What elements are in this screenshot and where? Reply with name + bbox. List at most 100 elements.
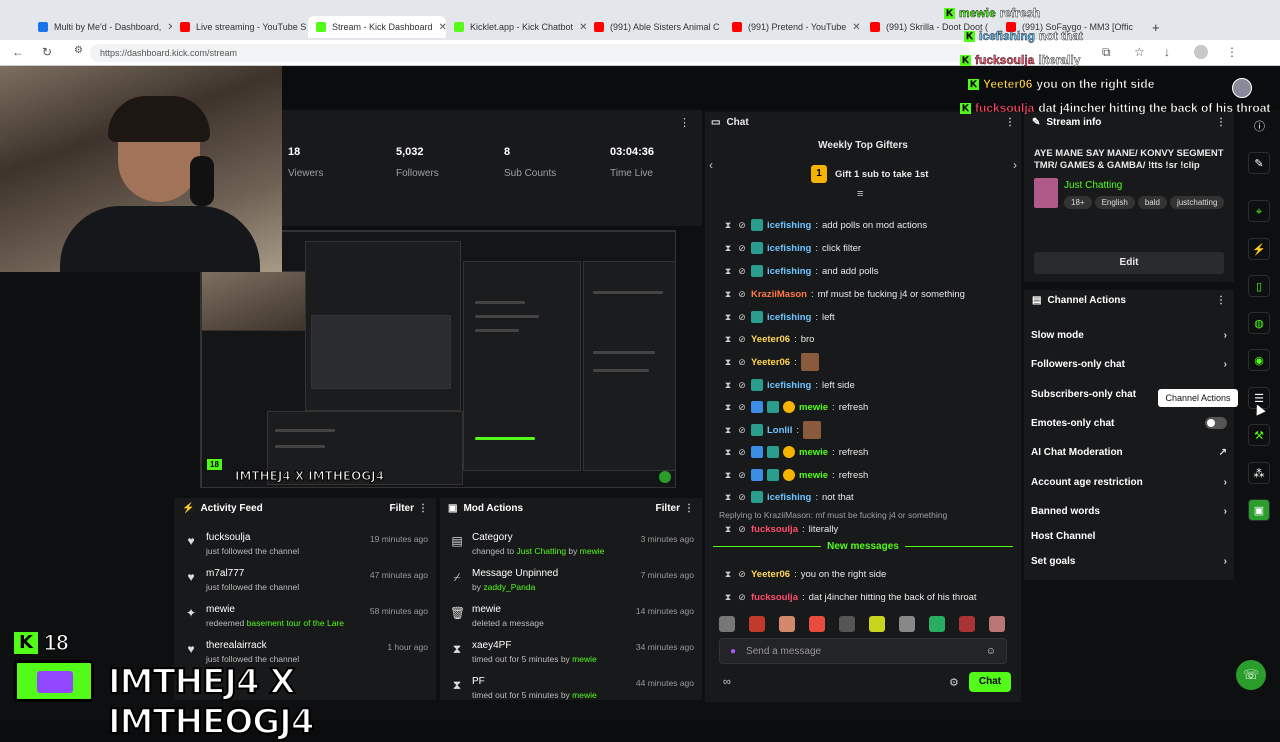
timeout-icon[interactable]: ⧗ bbox=[723, 243, 733, 254]
extension-icon[interactable]: ⧉ bbox=[1102, 45, 1111, 60]
browser-tab[interactable]: Kicklet.app - Kick Chatbot ✕ bbox=[446, 16, 586, 38]
profile-avatar[interactable] bbox=[1194, 45, 1208, 59]
browser-tab[interactable]: Live streaming - YouTube S✕ bbox=[172, 16, 308, 38]
browser-tab-active[interactable]: Stream - Kick Dashboard ✕ bbox=[308, 16, 446, 38]
timeout-icon[interactable]: ⧗ bbox=[723, 425, 733, 436]
timeout-icon[interactable]: ⧗ bbox=[723, 266, 733, 277]
chat-username[interactable]: mewie bbox=[799, 470, 828, 481]
lightning-icon[interactable]: ⚡ bbox=[1248, 238, 1270, 260]
browser-tab[interactable]: (991) Pretend - YouTube ✕ bbox=[724, 16, 862, 38]
ban-icon[interactable]: ⊘ bbox=[737, 592, 747, 603]
send-message-input[interactable]: ● Send a message ☺ bbox=[719, 638, 1007, 664]
chat-message[interactable]: ⧗ ⊘ LonliI: bbox=[723, 421, 821, 439]
timeout-icon[interactable]: ⧗ bbox=[723, 289, 733, 300]
close-tab-icon[interactable]: ✕ bbox=[579, 22, 586, 33]
chat-message[interactable]: ⧗ ⊘ icefishing: click filter bbox=[723, 239, 861, 257]
download-icon[interactable]: ↓ bbox=[1164, 45, 1170, 59]
gift-cta[interactable]: Gift 1 sub to take 1st bbox=[835, 169, 928, 180]
set-goals-item[interactable]: Set goals › bbox=[1031, 552, 1227, 570]
followers-only-item[interactable]: Followers-only chat › bbox=[1031, 355, 1227, 373]
more-options-icon[interactable]: ⋮ bbox=[1005, 117, 1015, 128]
collapse-icon[interactable]: ≡ bbox=[857, 188, 863, 200]
activity-filter-button[interactable]: Filter bbox=[390, 503, 414, 514]
reload-icon[interactable]: ↻ bbox=[42, 45, 52, 59]
chat-username[interactable]: icefishing bbox=[767, 266, 811, 277]
chat-username[interactable]: icefishing bbox=[767, 380, 811, 391]
chevron-right-icon[interactable]: › bbox=[1013, 158, 1017, 172]
ban-icon[interactable]: ⊘ bbox=[737, 289, 747, 300]
bookmark-star-icon[interactable]: ☆ bbox=[1134, 45, 1145, 59]
emote-icon[interactable] bbox=[809, 616, 825, 632]
ban-icon[interactable]: ⊘ bbox=[737, 357, 747, 368]
users-icon[interactable]: ⁂ bbox=[1248, 462, 1270, 484]
ban-icon[interactable]: ⊘ bbox=[737, 402, 747, 413]
mod-filter-button[interactable]: Filter bbox=[656, 503, 680, 514]
chat-username[interactable]: icefishing bbox=[767, 492, 811, 503]
timeout-icon[interactable]: ⧗ bbox=[723, 492, 733, 503]
chat-message[interactable]: ⧗ ⊘ mewie: refresh bbox=[723, 466, 868, 484]
more-options-icon[interactable]: ⋮ bbox=[684, 503, 694, 514]
ai-moderation-item[interactable]: AI Chat Moderation ↗ bbox=[1031, 443, 1227, 461]
account-age-item[interactable]: Account age restriction › bbox=[1031, 473, 1227, 491]
chat-settings-gear-icon[interactable]: ⚙ bbox=[949, 676, 959, 689]
ban-icon[interactable]: ⊘ bbox=[737, 524, 747, 535]
new-tab-button[interactable]: + bbox=[1144, 16, 1164, 38]
ban-icon[interactable]: ⊘ bbox=[737, 312, 747, 323]
emote-icon[interactable] bbox=[989, 616, 1005, 632]
new-messages-divider[interactable]: New messages bbox=[713, 541, 1013, 562]
ban-icon[interactable]: ⊘ bbox=[737, 569, 747, 580]
chat-username[interactable]: icefishing bbox=[767, 312, 811, 323]
chat-message[interactable]: ⧗ ⊘ Yeeter06: you on the right side bbox=[723, 565, 886, 583]
chat-message[interactable]: ⧗ ⊘ fucksoulja: dat j4incher hitting the… bbox=[723, 588, 977, 606]
more-options-icon[interactable]: ⋮ bbox=[679, 116, 690, 129]
ban-icon[interactable]: ⊘ bbox=[737, 220, 747, 231]
wrench-icon[interactable]: ⚒ bbox=[1248, 424, 1270, 446]
emote-icon[interactable] bbox=[869, 616, 885, 632]
more-options-icon[interactable]: ⋮ bbox=[418, 503, 428, 514]
chat-username[interactable]: KraziiMason bbox=[751, 289, 807, 300]
browser-menu-icon[interactable]: ⋮ bbox=[1226, 45, 1238, 59]
edit-icon[interactable]: ✎ bbox=[1248, 152, 1270, 174]
broadcast-icon[interactable]: ◉ bbox=[1248, 349, 1270, 371]
ban-icon[interactable]: ⊘ bbox=[737, 334, 747, 345]
emotes-only-item[interactable]: Emotes-only chat bbox=[1031, 414, 1227, 432]
timeout-icon[interactable]: ⧗ bbox=[723, 357, 733, 368]
category-name[interactable]: Just Chatting bbox=[1064, 180, 1122, 191]
chat-username[interactable]: Yeeter06 bbox=[751, 357, 790, 368]
info-icon[interactable]: ⓘ bbox=[1254, 118, 1265, 134]
chat-message[interactable]: ⧗ ⊘ icefishing: left side bbox=[723, 376, 855, 394]
chevron-left-icon[interactable]: ‹ bbox=[709, 158, 713, 172]
close-tab-icon[interactable]: ✕ bbox=[439, 22, 446, 33]
edit-stream-button[interactable]: Edit bbox=[1034, 252, 1224, 274]
ban-icon[interactable]: ⊘ bbox=[737, 425, 747, 436]
chat-message[interactable]: ⧗ ⊘ icefishing: left bbox=[723, 308, 835, 326]
chat-message[interactable]: ⧗ ⊘ fucksoulja: literally bbox=[723, 520, 838, 538]
chat-username[interactable]: mewie bbox=[799, 402, 828, 413]
chat-message[interactable]: ⧗ ⊘ Yeeter06: bbox=[723, 353, 819, 371]
ban-icon[interactable]: ⊘ bbox=[737, 380, 747, 391]
emote-icon[interactable] bbox=[929, 616, 945, 632]
emoji-icon[interactable]: ☺ bbox=[986, 646, 996, 657]
mic-icon[interactable]: ● bbox=[730, 646, 736, 657]
timeout-icon[interactable]: ⧗ bbox=[723, 312, 733, 323]
chat-message[interactable]: ⧗ ⊘ KraziiMason: mf must be fucking j4 or s… bbox=[723, 285, 965, 303]
back-icon[interactable]: ← bbox=[12, 45, 24, 59]
chat-username[interactable]: LonliI bbox=[767, 425, 792, 436]
more-options-icon[interactable]: ⋮ bbox=[1216, 117, 1226, 128]
ban-icon[interactable]: ⊘ bbox=[737, 266, 747, 277]
plugin-icon[interactable]: ▣ bbox=[1248, 499, 1270, 521]
timeout-icon[interactable]: ⧗ bbox=[723, 447, 733, 458]
timeout-icon[interactable]: ⧗ bbox=[723, 334, 733, 345]
slow-mode-item[interactable]: Slow mode › bbox=[1031, 326, 1227, 344]
browser-tab[interactable]: (991) Able Sisters Animal C✕ bbox=[586, 16, 724, 38]
target-icon[interactable]: ⌖ bbox=[1248, 200, 1270, 222]
browser-tab[interactable]: Multi by Me'd - Dashboard, ✕ bbox=[30, 16, 172, 38]
timeout-icon[interactable]: ⧗ bbox=[723, 470, 733, 481]
file-icon[interactable]: ▯ bbox=[1248, 275, 1270, 297]
timeout-icon[interactable]: ⧗ bbox=[723, 220, 733, 231]
emote-icon[interactable] bbox=[749, 616, 765, 632]
emotes-only-toggle[interactable] bbox=[1205, 417, 1227, 429]
timeout-icon[interactable]: ⧗ bbox=[723, 569, 733, 580]
host-channel-item[interactable]: Host Channel bbox=[1031, 527, 1227, 545]
site-info-icon[interactable]: ⚙ bbox=[74, 45, 83, 56]
